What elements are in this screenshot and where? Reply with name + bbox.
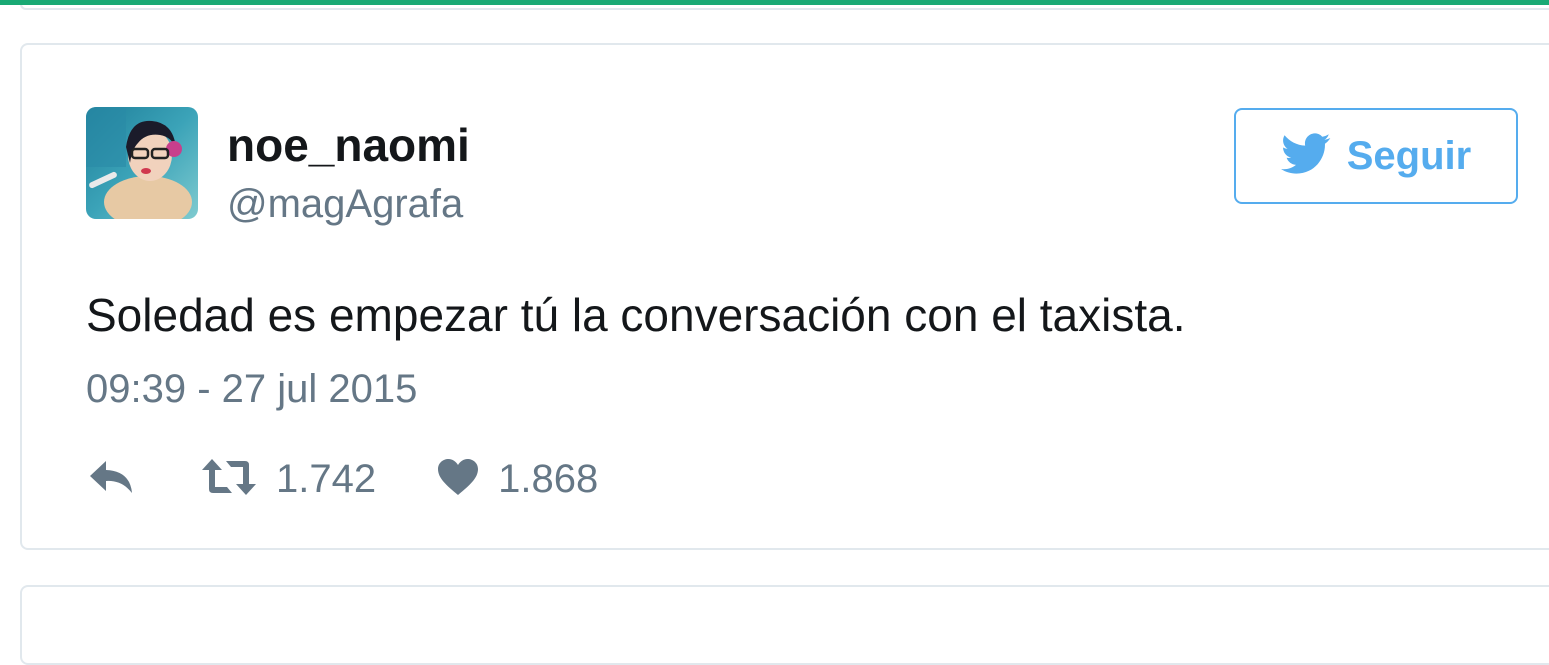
avatar-image bbox=[86, 107, 198, 219]
retweet-action[interactable]: 1.742 bbox=[200, 457, 376, 502]
accent-bar bbox=[0, 0, 1549, 5]
heart-icon bbox=[436, 457, 480, 502]
like-count: 1.868 bbox=[498, 456, 599, 501]
retweet-count: 1.742 bbox=[276, 456, 377, 501]
display-name[interactable]: noe_naomi bbox=[227, 117, 470, 173]
follow-button[interactable]: Seguir bbox=[1234, 108, 1518, 204]
reply-action[interactable] bbox=[86, 457, 136, 502]
user-handle[interactable]: @magAgrafa bbox=[227, 179, 470, 229]
next-tweet-card bbox=[20, 585, 1549, 665]
retweet-icon bbox=[200, 457, 258, 502]
tweet-card: noe_naomi @magAgrafa Seguir Soledad es e… bbox=[20, 43, 1549, 550]
tweet-actions: 1.742 1.868 bbox=[86, 451, 598, 507]
author-names: noe_naomi @magAgrafa bbox=[227, 117, 470, 229]
follow-button-label: Seguir bbox=[1346, 133, 1472, 178]
tweet-timestamp[interactable]: 09:39 - 27 jul 2015 bbox=[86, 363, 417, 415]
twitter-bird-icon bbox=[1280, 132, 1331, 180]
reply-icon bbox=[86, 457, 136, 502]
like-action[interactable]: 1.868 bbox=[436, 457, 598, 502]
tweet-text: Soledad es empezar tú la conversación co… bbox=[86, 289, 1186, 341]
avatar[interactable] bbox=[86, 107, 198, 219]
